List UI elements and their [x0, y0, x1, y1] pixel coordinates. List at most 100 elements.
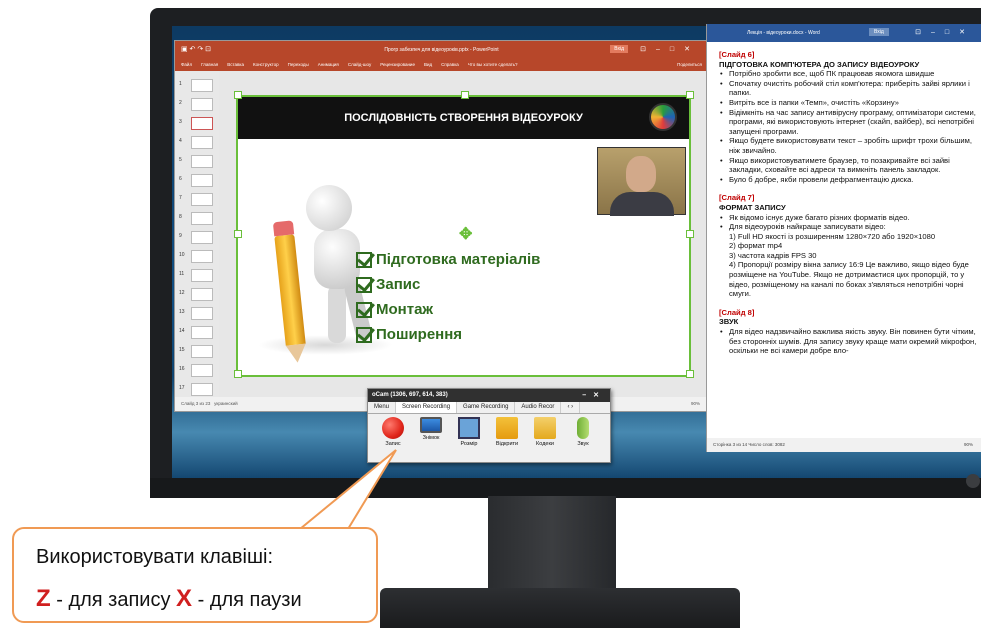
- pause-hint: - для паузи: [192, 589, 302, 611]
- slide-thumbnail[interactable]: 7: [179, 193, 217, 210]
- slide-thumbnail[interactable]: 4: [179, 136, 217, 153]
- tool-label: Відкрити: [495, 441, 519, 447]
- powerpoint-title: Прогр забезпеч для відеоуроків.pptx - Po…: [384, 47, 499, 53]
- presenter-photo: [597, 147, 686, 216]
- ocam-resize-button[interactable]: Розмір: [450, 417, 488, 447]
- ocam-codec-button[interactable]: Кодеки: [526, 417, 564, 447]
- slide-thumbnail[interactable]: 12: [179, 288, 217, 305]
- slide-bullet: Поширення: [356, 322, 540, 347]
- ribbon-tab[interactable]: Справка: [441, 62, 459, 68]
- ribbon-tab[interactable]: Что вы хотите сделать?: [468, 62, 518, 68]
- checkbox-icon: [356, 326, 372, 343]
- bullet-text: Запис: [376, 276, 421, 293]
- list-item: Було б добре, якби провели дефрагментаці…: [719, 175, 977, 185]
- ocam-microphone-button[interactable]: Звук: [564, 417, 602, 447]
- thumbnail-preview: [191, 136, 213, 149]
- ribbon-tab[interactable]: Вставка: [227, 62, 244, 68]
- powerpoint-titlebar: ▣ ↶ ↷ ⊡ Прогр забезпеч для відеоуроків.p…: [175, 41, 708, 59]
- list-item: Як відомо існує дуже багато різних форма…: [719, 213, 977, 223]
- slide-thumbnail[interactable]: 11: [179, 269, 217, 286]
- slide-bullet: Монтаж: [356, 297, 540, 322]
- slide-thumbnail[interactable]: 15: [179, 345, 217, 362]
- hint-callout: Використовувати клавіші: Z - для запису …: [12, 527, 378, 623]
- section-heading: ПІДГОТОВКА КОМП'ЮТЕРА ДО ЗАПИСУ ВІДЕОУРО…: [719, 59, 920, 69]
- resize-icon: [458, 417, 480, 439]
- resize-handle[interactable]: [686, 91, 694, 99]
- slide-thumbnail[interactable]: 3: [179, 117, 217, 134]
- slide-thumbnail[interactable]: 9: [179, 231, 217, 248]
- slide-thumbnail[interactable]: 2: [179, 98, 217, 115]
- slide-bullet: Запис: [356, 272, 540, 297]
- ocam-screenshot-button[interactable]: Знімок: [412, 417, 450, 447]
- tool-label: Звук: [577, 441, 589, 447]
- login-button[interactable]: Вхід: [610, 45, 628, 53]
- numbered-item: 4) Пропорції розміру вікна запису 16:9 Ц…: [729, 260, 969, 299]
- ocam-tab[interactable]: Menu: [368, 402, 397, 413]
- slide-thumbnail[interactable]: 13: [179, 307, 217, 324]
- section-list: Як відомо існує дуже багато різних форма…: [719, 213, 977, 232]
- slide-thumbnails: 1 2 3 4 5 6 7 8 9 10 11 12 13 14 15 16 17: [175, 71, 219, 399]
- zoom-level[interactable]: 90%: [691, 401, 700, 406]
- thumbnail-number: 2: [179, 100, 182, 106]
- slide-thumbnail[interactable]: 14: [179, 326, 217, 343]
- slide-counter: Слайд 3 из 23: [181, 401, 211, 406]
- resize-handle[interactable]: [234, 230, 242, 238]
- word-login-button[interactable]: Вхід: [869, 28, 889, 36]
- resize-handle[interactable]: [234, 370, 242, 378]
- record-icon: [382, 417, 404, 439]
- section-heading: ФОРМАТ ЗАПИСУ: [719, 202, 786, 212]
- thumbnail-number: 8: [179, 214, 182, 220]
- ribbon-tab[interactable]: Слайд-шоу: [348, 62, 371, 68]
- power-button[interactable]: [966, 474, 980, 488]
- thumbnail-preview: [191, 250, 213, 263]
- slide-thumbnail[interactable]: 10: [179, 250, 217, 267]
- resize-handle[interactable]: [461, 91, 469, 99]
- share-button[interactable]: Поделиться: [677, 62, 702, 68]
- slide-thumbnail[interactable]: 16: [179, 364, 217, 381]
- word-zoom-level[interactable]: 90%: [964, 442, 973, 447]
- screenshot-icon: [420, 417, 442, 433]
- ocam-record-button[interactable]: Запис: [374, 417, 412, 447]
- thumbnail-preview: [191, 288, 213, 301]
- resize-handle[interactable]: [234, 91, 242, 99]
- tool-label: Запис: [385, 441, 401, 447]
- resize-handle[interactable]: [686, 370, 694, 378]
- thumbnail-number: 4: [179, 138, 182, 144]
- ocam-tab[interactable]: Audio Recor: [515, 402, 562, 413]
- word-document-body[interactable]: [Слайд 6] ПІДГОТОВКА КОМП'ЮТЕРА ДО ЗАПИС…: [719, 50, 977, 356]
- monitor-chin: [150, 478, 981, 498]
- ocam-window-controls[interactable]: –✕: [582, 391, 606, 399]
- folder-icon: [496, 417, 518, 439]
- thumbnail-number: 9: [179, 233, 182, 239]
- ocam-tab[interactable]: Game Recording: [457, 402, 516, 413]
- word-window-controls[interactable]: ⊡–□✕: [915, 28, 975, 36]
- resize-handle[interactable]: [686, 230, 694, 238]
- list-item: Якщо використовуватимете браузер, то поз…: [719, 156, 977, 175]
- ocam-folder-button[interactable]: Відкрити: [488, 417, 526, 447]
- thumbnail-preview: [191, 326, 213, 339]
- slide-thumbnail[interactable]: 1: [179, 79, 217, 96]
- ribbon-tab[interactable]: Анимация: [318, 62, 339, 68]
- slide-thumbnail[interactable]: 6: [179, 174, 217, 191]
- ribbon-tab[interactable]: Вид: [424, 62, 432, 68]
- ocam-tab[interactable]: Screen Recording: [396, 402, 458, 413]
- list-item: Витріть все із папки «Темп», очистіть «К…: [719, 98, 977, 108]
- move-handle-icon[interactable]: ✥: [459, 224, 472, 244]
- ribbon-tabs: Файл Главная Вставка Конструктор Переходы Ани…: [175, 59, 708, 71]
- slide-bullet-list: Підготовка матеріалів Запис Монтаж Поширенн…: [356, 247, 540, 347]
- ribbon-tab[interactable]: Конструктор: [253, 62, 279, 68]
- thumbnail-number: 12: [179, 290, 185, 296]
- thumbnail-preview: [191, 98, 213, 111]
- thumbnail-number: 11: [179, 271, 185, 277]
- slide-thumbnail[interactable]: 8: [179, 212, 217, 229]
- thumbnail-preview: [191, 269, 213, 282]
- ribbon-tab[interactable]: Файл: [181, 62, 192, 68]
- slide-thumbnail[interactable]: 5: [179, 155, 217, 172]
- ribbon-tab[interactable]: Главная: [201, 62, 218, 68]
- ribbon-tab[interactable]: Переходы: [288, 62, 309, 68]
- tab-scroll-arrows[interactable]: ‹ ›: [561, 402, 581, 413]
- current-slide[interactable]: ПОСЛІДОВНІСТЬ СТВОРЕННЯ ВІДЕОУРОКУ ✥ Під…: [236, 95, 691, 377]
- window-controls[interactable]: ⊡–□✕: [640, 45, 700, 53]
- tool-label: Знімок: [422, 435, 440, 441]
- ribbon-tab[interactable]: Рецензирование: [380, 62, 415, 68]
